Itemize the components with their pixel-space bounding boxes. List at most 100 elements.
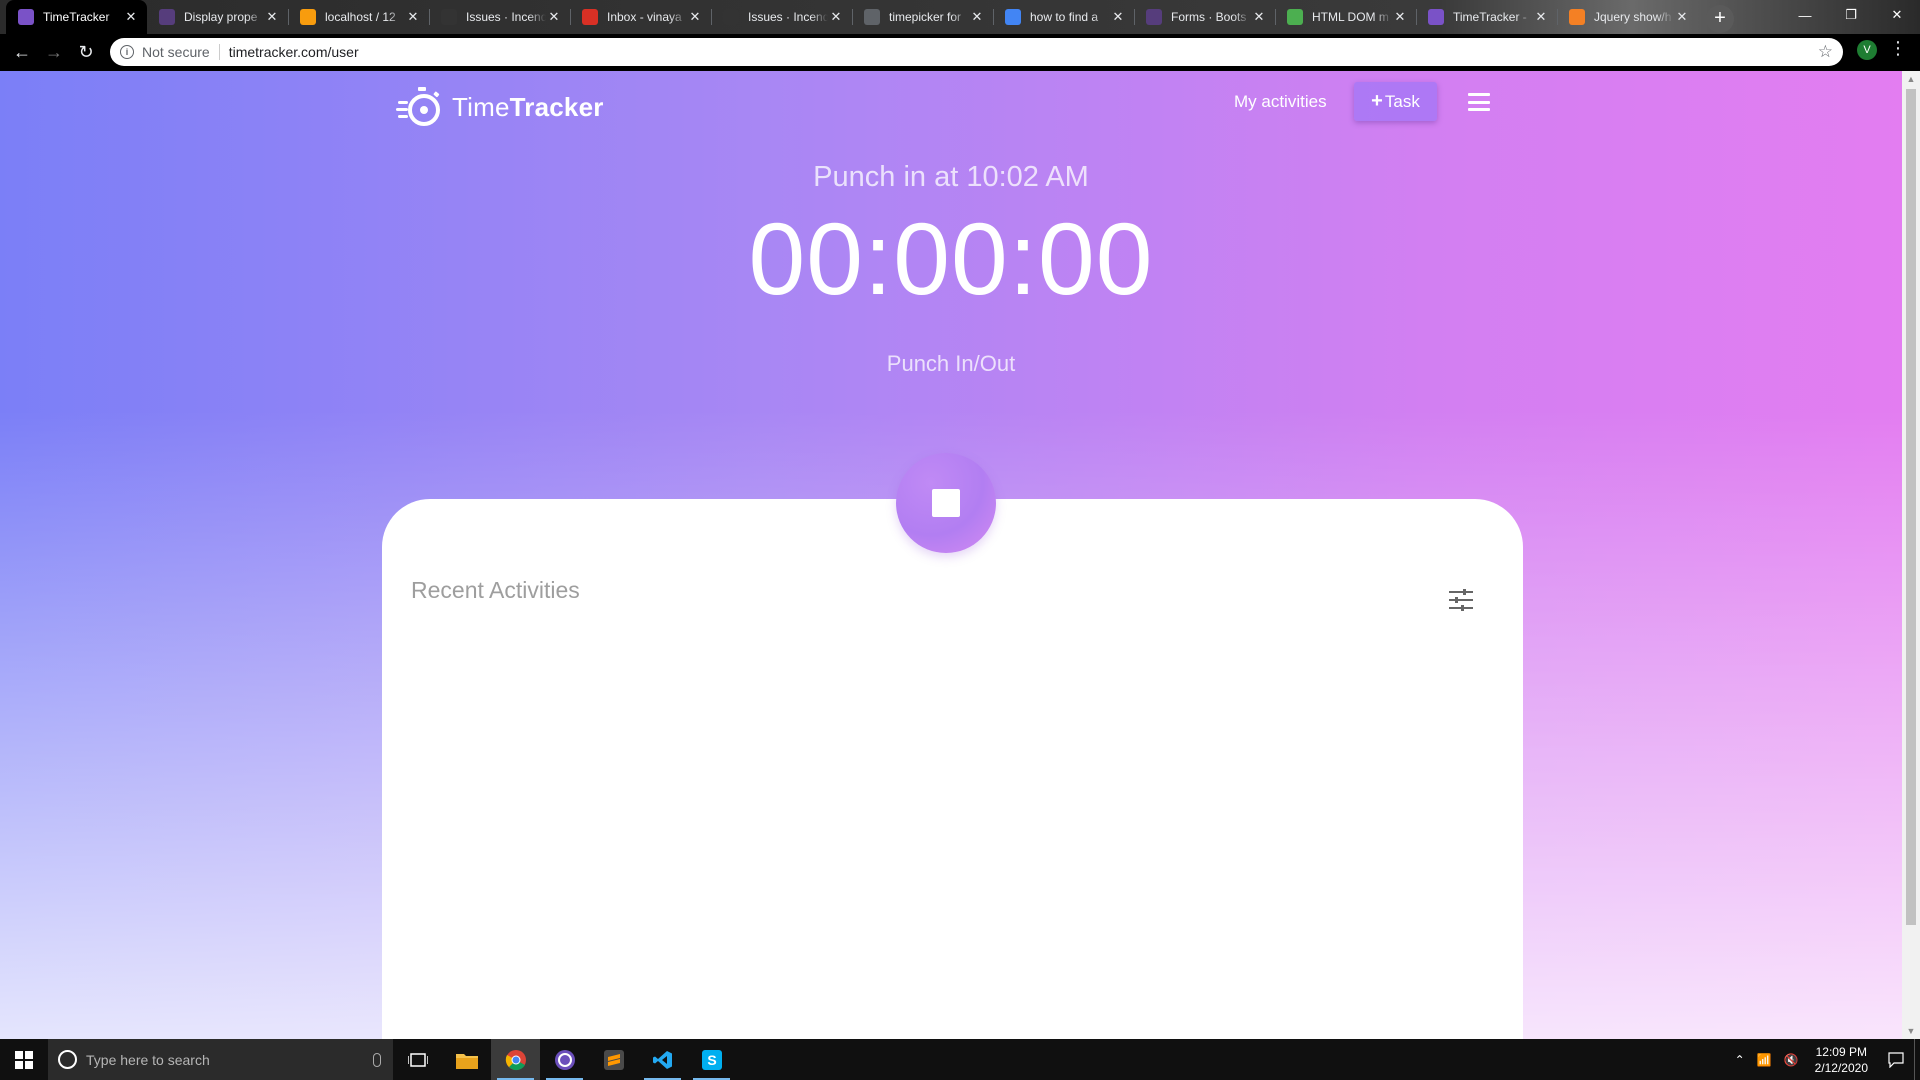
browser-tab[interactable]: Display prope ✕	[147, 0, 288, 34]
stop-timer-button[interactable]	[896, 453, 996, 553]
network-icon[interactable]: 📶	[1751, 1053, 1778, 1067]
bootstrap-icon	[1146, 9, 1162, 25]
plus-icon: +	[1371, 90, 1383, 112]
tray-overflow-chevron-icon[interactable]: ⌃	[1729, 1053, 1751, 1067]
bootstrap-icon	[159, 9, 175, 25]
taskbar-search-box[interactable]: Type here to search	[48, 1039, 393, 1080]
info-icon[interactable]: i	[120, 45, 134, 59]
show-desktop-button[interactable]	[1914, 1039, 1920, 1080]
stop-square-icon	[932, 489, 960, 517]
taskbar-date: 2/12/2020	[1814, 1060, 1868, 1075]
tab-title: Inbox - vinaya	[607, 10, 682, 24]
taskbar-search-placeholder: Type here to search	[86, 1051, 210, 1068]
tab-close-icon[interactable]: ✕	[687, 9, 703, 25]
browser-menu-icon[interactable]: ⋮	[1888, 38, 1908, 59]
brand-name: TimeTracker	[452, 91, 604, 122]
browser-tab[interactable]: Issues · Incend ✕	[429, 0, 570, 34]
taskbar-time: 12:09 PM	[1815, 1044, 1867, 1059]
bookmark-star-icon[interactable]: ☆	[1818, 42, 1833, 62]
tab-close-icon[interactable]: ✕	[405, 9, 421, 25]
action-center-icon[interactable]	[1878, 1051, 1914, 1068]
tab-close-icon[interactable]: ✕	[1674, 9, 1690, 25]
url-text[interactable]: timetracker.com/user	[229, 44, 359, 60]
browser-tab[interactable]: how to find a ✕	[993, 0, 1134, 34]
tab-close-icon[interactable]: ✕	[1533, 9, 1549, 25]
microphone-icon[interactable]	[373, 1052, 381, 1067]
browser-tab[interactable]: Inbox - vinaya ✕	[570, 0, 711, 34]
vscode-icon[interactable]	[638, 1039, 687, 1080]
chrome-icon[interactable]	[491, 1039, 540, 1080]
github-icon	[441, 9, 457, 25]
reload-icon[interactable]: ↻	[70, 39, 102, 67]
cortana-icon	[58, 1050, 77, 1069]
hamburger-menu-icon[interactable]	[1468, 93, 1490, 111]
browser-tab[interactable]: localhost / 12 ✕	[288, 0, 429, 34]
scroll-down-arrow-icon[interactable]: ▼	[1902, 1023, 1920, 1039]
tab-close-icon[interactable]: ✕	[123, 9, 139, 25]
tab-title: Forms · Boots	[1171, 10, 1247, 24]
address-bar[interactable]: i Not secure timetracker.com/user ☆	[110, 38, 1843, 66]
gmail-icon	[582, 9, 598, 25]
close-window-icon[interactable]: ✕	[1874, 0, 1920, 30]
page-viewport: TimeTracker My activities + Task Punch i…	[0, 71, 1902, 1039]
browser-tab[interactable]: HTML DOM m ✕	[1275, 0, 1416, 34]
github-icon	[723, 9, 739, 25]
stopwatch-logo-icon	[396, 87, 440, 126]
tab-close-icon[interactable]: ✕	[264, 9, 280, 25]
volume-muted-icon[interactable]: 🔇	[1778, 1053, 1805, 1067]
file-explorer-icon[interactable]	[442, 1039, 491, 1080]
scrollbar-thumb[interactable]	[1906, 89, 1916, 925]
restore-icon[interactable]: ❐	[1828, 0, 1874, 30]
tab-title: Issues · Incend	[466, 10, 546, 24]
sublime-text-icon[interactable]	[589, 1039, 638, 1080]
omnibox-separator	[218, 44, 220, 60]
windows-taskbar: Type here to search S ⌃ 📶 🔇 12:09 PM 2/1…	[0, 1039, 1920, 1080]
profile-avatar[interactable]: V	[1857, 40, 1877, 60]
tab-close-icon[interactable]: ✕	[969, 9, 985, 25]
scroll-up-arrow-icon[interactable]: ▲	[1902, 71, 1920, 87]
tab-close-icon[interactable]: ✕	[1251, 9, 1267, 25]
punch-inout-label: Punch In/Out	[886, 351, 1016, 376]
browser-tab[interactable]: Issues · Incend ✕	[711, 0, 852, 34]
elapsed-timer: 00:00:00	[748, 202, 1154, 316]
browser-toolbar: ← → ↻ i Not secure timetracker.com/user …	[0, 34, 1920, 71]
timetracker-app-icon[interactable]	[540, 1039, 589, 1080]
tab-close-icon[interactable]: ✕	[1392, 9, 1408, 25]
tab-close-icon[interactable]: ✕	[828, 9, 844, 25]
add-task-button[interactable]: + Task	[1354, 82, 1437, 121]
browser-tab-strip: TimeTracker ✕ Display prope ✕ localhost / 12…	[0, 0, 1920, 34]
tab-title: HTML DOM m	[1312, 10, 1389, 24]
tab-title: TimeTracker	[43, 10, 110, 24]
window-controls: — ❐ ✕	[1782, 0, 1920, 30]
task-button-label: Task	[1384, 91, 1420, 111]
windows-start-icon[interactable]	[0, 1039, 48, 1080]
brand-logo[interactable]: TimeTracker	[396, 85, 604, 129]
system-tray: ⌃ 📶 🔇 12:09 PM 2/12/2020	[1729, 1039, 1920, 1080]
globe-icon	[864, 9, 880, 25]
tab-close-icon[interactable]: ✕	[1110, 9, 1126, 25]
phpmyadmin-icon	[300, 9, 316, 25]
browser-tab[interactable]: Jquery show/h ✕	[1557, 0, 1698, 34]
taskbar-clock[interactable]: 12:09 PM 2/12/2020	[1805, 1044, 1878, 1076]
skype-icon[interactable]: S	[687, 1039, 736, 1080]
stackoverflow-icon	[1569, 9, 1585, 25]
recent-activities-card: Recent Activities	[382, 499, 1523, 1039]
punch-in-time: Punch in at 10:02 AM	[813, 161, 1089, 193]
tab-close-icon[interactable]: ✕	[546, 9, 562, 25]
new-tab-plus-icon[interactable]: +	[1706, 4, 1734, 33]
forward-arrow-icon[interactable]: →	[38, 39, 70, 67]
minimize-icon[interactable]: —	[1782, 0, 1828, 30]
recent-activities-heading: Recent Activities	[411, 577, 580, 603]
browser-tab[interactable]: TimeTracker - ✕	[1416, 0, 1557, 34]
page-scrollbar[interactable]: ▲ ▼	[1902, 71, 1920, 1039]
browser-tab[interactable]: TimeTracker ✕	[6, 0, 147, 34]
back-arrow-icon[interactable]: ←	[6, 39, 38, 67]
google-icon	[1005, 9, 1021, 25]
tab-title: TimeTracker -	[1453, 10, 1527, 24]
my-activities-link[interactable]: My activities	[1234, 92, 1327, 112]
browser-tab[interactable]: Forms · Boots ✕	[1134, 0, 1275, 34]
filter-sliders-icon[interactable]	[1449, 589, 1473, 611]
security-label: Not secure	[142, 44, 210, 60]
task-view-icon[interactable]	[393, 1039, 442, 1080]
browser-tab[interactable]: timepicker for ✕	[852, 0, 993, 34]
